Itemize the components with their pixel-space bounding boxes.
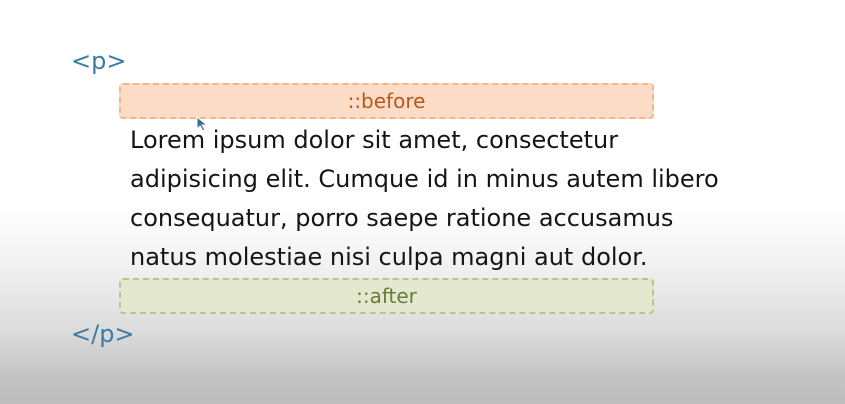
before-label: ::before bbox=[347, 89, 426, 113]
mouse-cursor-icon bbox=[196, 116, 209, 132]
after-label: ::after bbox=[356, 284, 417, 308]
before-pseudo-element-box: ::before bbox=[119, 83, 654, 119]
close-p-tag: </p> bbox=[71, 320, 135, 348]
open-p-tag: <p> bbox=[71, 47, 127, 75]
after-pseudo-element-box: ::after bbox=[119, 278, 654, 314]
paragraph-content: Lorem ipsum dolor sit amet, consectetur … bbox=[130, 126, 719, 271]
